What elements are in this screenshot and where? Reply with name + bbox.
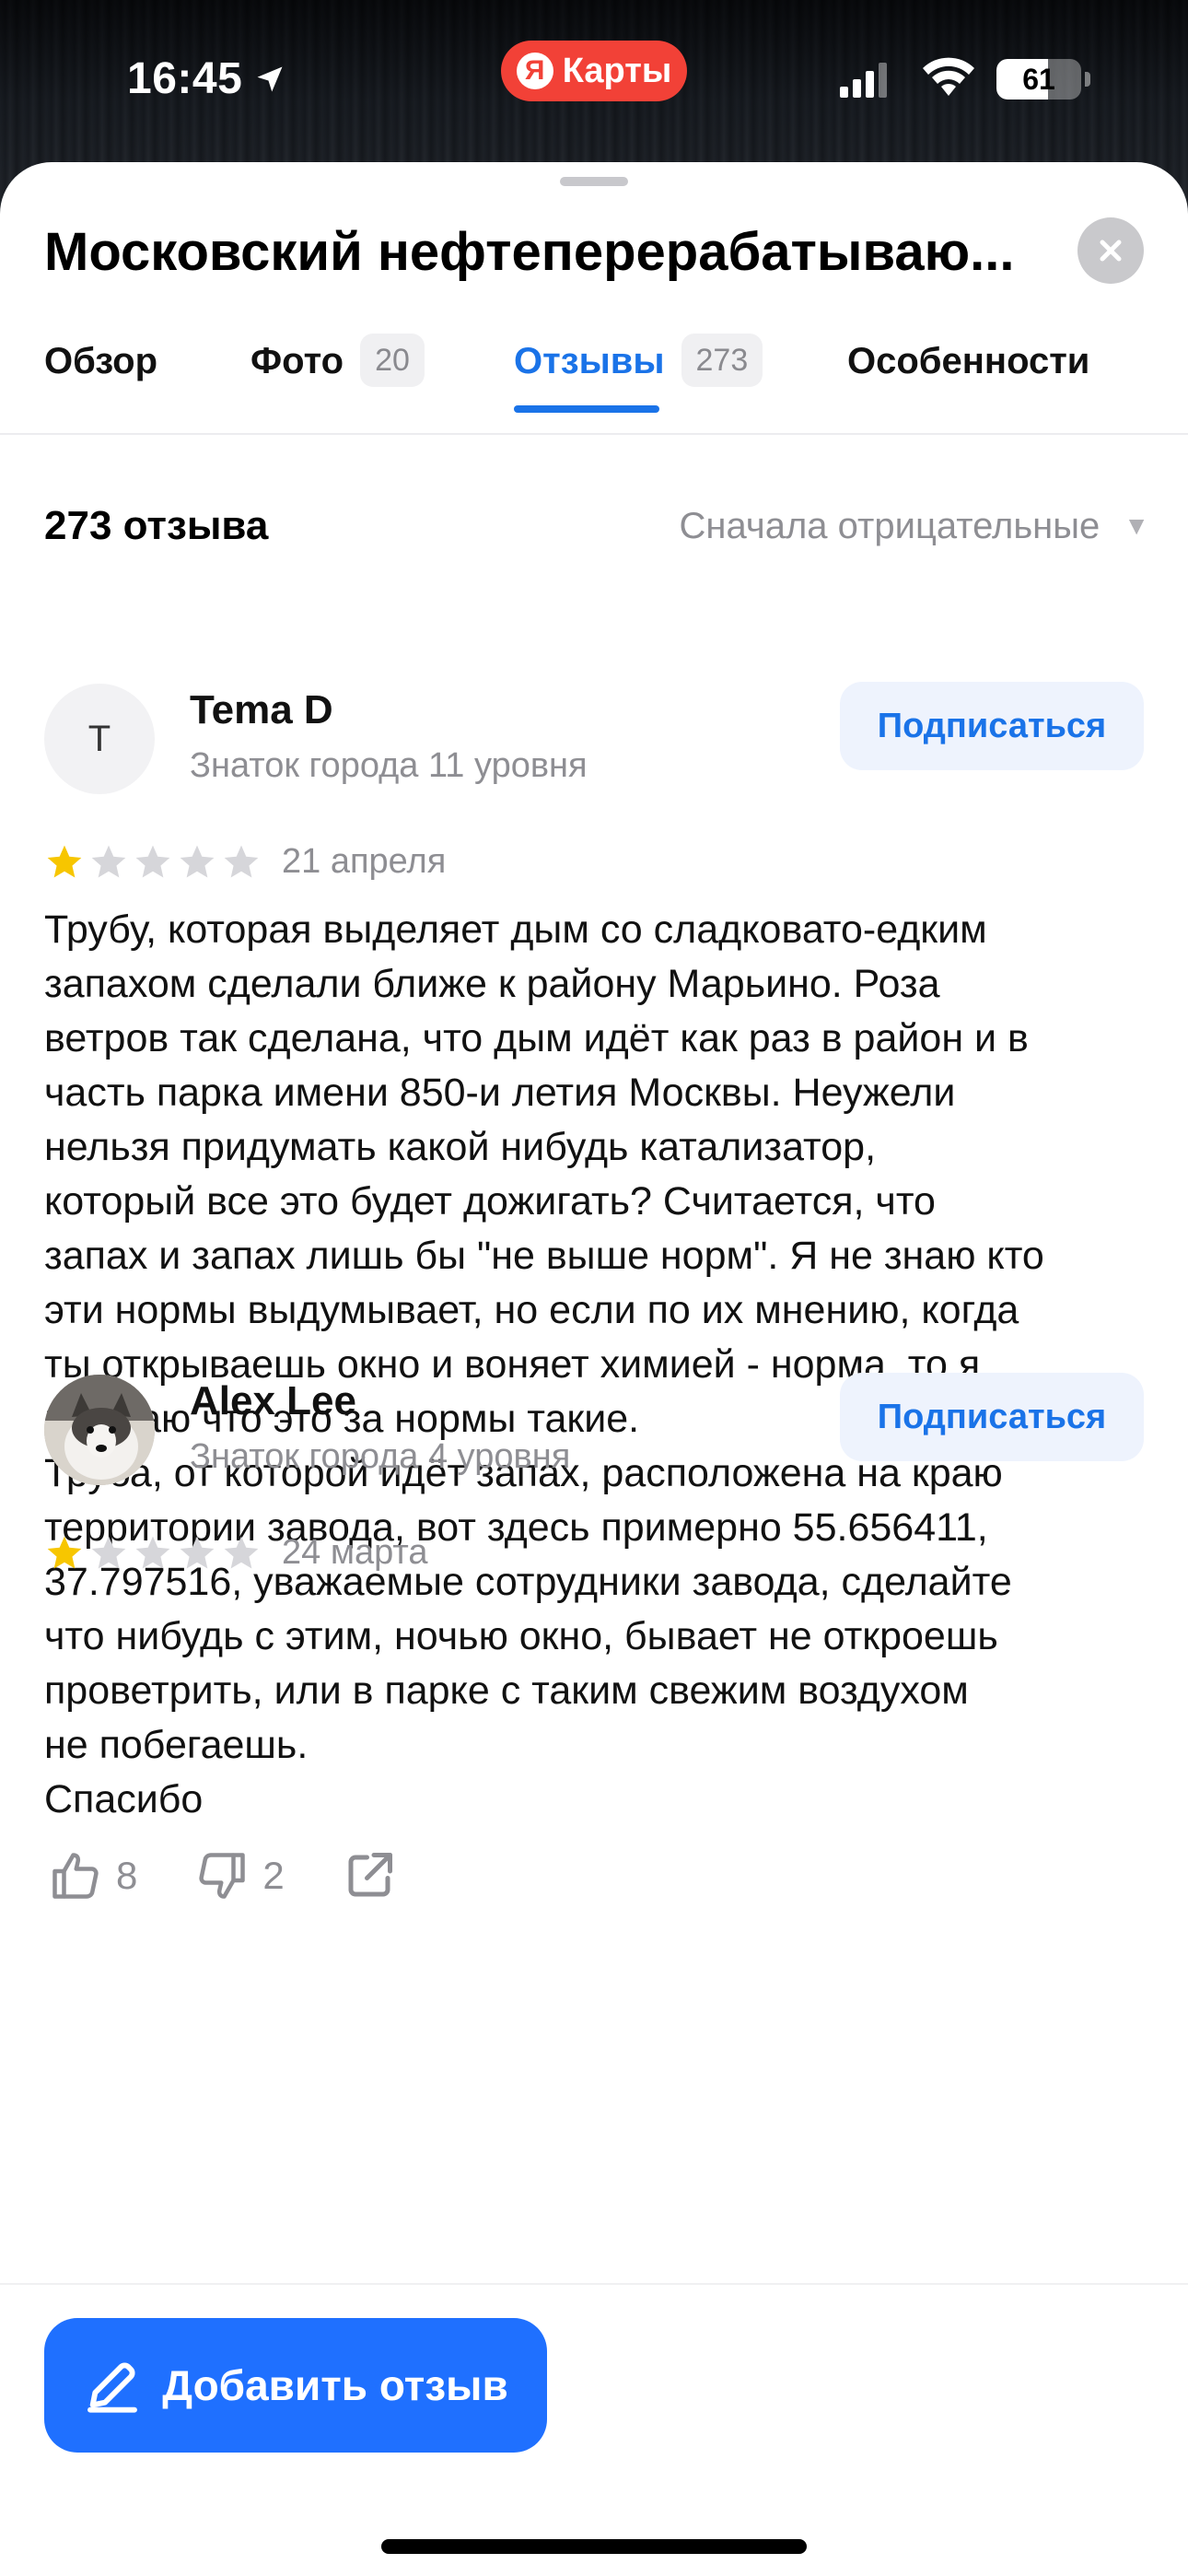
tab-reviews[interactable]: Отзывы 273 bbox=[514, 321, 763, 435]
tab-reviews-count: 273 bbox=[681, 334, 763, 387]
dislike-button[interactable]: 2 bbox=[194, 1848, 285, 1903]
star-empty-icon bbox=[180, 1536, 215, 1569]
add-review-label: Добавить отзыв bbox=[162, 2361, 508, 2409]
review-date: 24 марта bbox=[282, 1533, 428, 1572]
thumbs-down-icon bbox=[199, 1853, 246, 1899]
star-filled-icon bbox=[47, 1536, 82, 1569]
rating-stars bbox=[44, 1533, 262, 1574]
review-author[interactable]: Tema D bbox=[190, 687, 333, 733]
battery-percent: 61 bbox=[1022, 62, 1055, 96]
tab-reviews-label: Отзывы bbox=[514, 341, 665, 381]
home-indicator bbox=[381, 2539, 807, 2554]
author-level: Знаток города 11 уровня bbox=[190, 746, 588, 785]
like-button[interactable]: 8 bbox=[48, 1848, 137, 1903]
close-button[interactable] bbox=[1077, 217, 1144, 284]
place-sheet: Московский нефтеперерабатываю... Обзор Ф… bbox=[0, 162, 1188, 2576]
tab-features[interactable]: Особенности bbox=[847, 321, 1089, 435]
yandex-logo-icon: Я bbox=[516, 53, 553, 89]
share-icon bbox=[348, 1853, 392, 1897]
avatar-letter: T bbox=[87, 718, 111, 759]
tab-photos[interactable]: Фото 20 bbox=[250, 321, 425, 435]
active-tab-indicator bbox=[514, 405, 659, 413]
avatar[interactable]: T bbox=[44, 684, 155, 794]
subscribe-button[interactable]: Подписаться bbox=[840, 682, 1144, 770]
avatar[interactable] bbox=[44, 1375, 155, 1485]
star-empty-icon bbox=[91, 845, 126, 878]
review-text: Трубу, которая выделяет дым со сладковат… bbox=[44, 907, 1044, 1821]
add-review-button[interactable]: Добавить отзыв bbox=[44, 2318, 547, 2453]
thumbs-up-icon bbox=[52, 1853, 99, 1899]
review-author[interactable]: Alex Lee bbox=[190, 1378, 356, 1424]
star-empty-icon bbox=[135, 1536, 170, 1569]
location-arrow-icon bbox=[257, 66, 283, 91]
star-empty-icon bbox=[224, 845, 259, 878]
star-empty-icon bbox=[135, 845, 170, 878]
sort-dropdown[interactable]: Сначала отрицательные ▼ bbox=[680, 506, 1149, 547]
review-actions: 8 2 bbox=[48, 1848, 454, 1903]
tab-bar: Обзор Фото 20 Отзывы 273 Особенности bbox=[0, 321, 1188, 435]
status-time: 16:45 bbox=[127, 53, 286, 104]
dog-avatar-image bbox=[44, 1375, 155, 1485]
sort-label: Сначала отрицательные bbox=[679, 505, 1101, 546]
tab-photos-count: 20 bbox=[360, 334, 425, 387]
star-empty-icon bbox=[91, 1536, 126, 1569]
pencil-icon bbox=[87, 2362, 138, 2413]
star-filled-icon bbox=[47, 845, 82, 878]
reviews-count: 273 отзыва bbox=[44, 503, 269, 548]
caret-down-icon: ▼ bbox=[1124, 511, 1149, 540]
tab-features-label: Особенности bbox=[847, 341, 1090, 381]
battery-indicator: 61 bbox=[996, 59, 1081, 100]
tab-photos-label: Фото bbox=[250, 341, 344, 381]
battery-nub bbox=[1085, 72, 1090, 87]
yandex-maps-pill[interactable]: Я Карты bbox=[501, 41, 687, 101]
rating-stars bbox=[44, 842, 262, 883]
star-empty-icon bbox=[180, 845, 215, 878]
place-title: Московский нефтеперерабатываю... bbox=[44, 222, 1015, 282]
tab-overview-label: Обзор bbox=[44, 341, 158, 381]
app-pill-label: Карты bbox=[562, 51, 672, 90]
dislike-count: 2 bbox=[262, 1854, 285, 1897]
close-icon bbox=[1100, 240, 1122, 262]
sheet-grabber[interactable] bbox=[560, 177, 628, 186]
like-count: 8 bbox=[116, 1854, 138, 1897]
review-date: 21 апреля bbox=[282, 842, 447, 881]
star-empty-icon bbox=[224, 1536, 259, 1569]
cellular-signal-icon bbox=[840, 63, 887, 98]
status-time-text: 16:45 bbox=[127, 54, 243, 103]
author-level: Знаток города 4 уровня bbox=[190, 1437, 571, 1476]
wifi-icon bbox=[923, 57, 974, 96]
tab-overview[interactable]: Обзор bbox=[44, 321, 157, 435]
reviews-header: 273 отзыва Сначала отрицательные ▼ bbox=[44, 503, 1149, 549]
share-button[interactable] bbox=[342, 1848, 397, 1903]
subscribe-button[interactable]: Подписаться bbox=[840, 1373, 1144, 1461]
